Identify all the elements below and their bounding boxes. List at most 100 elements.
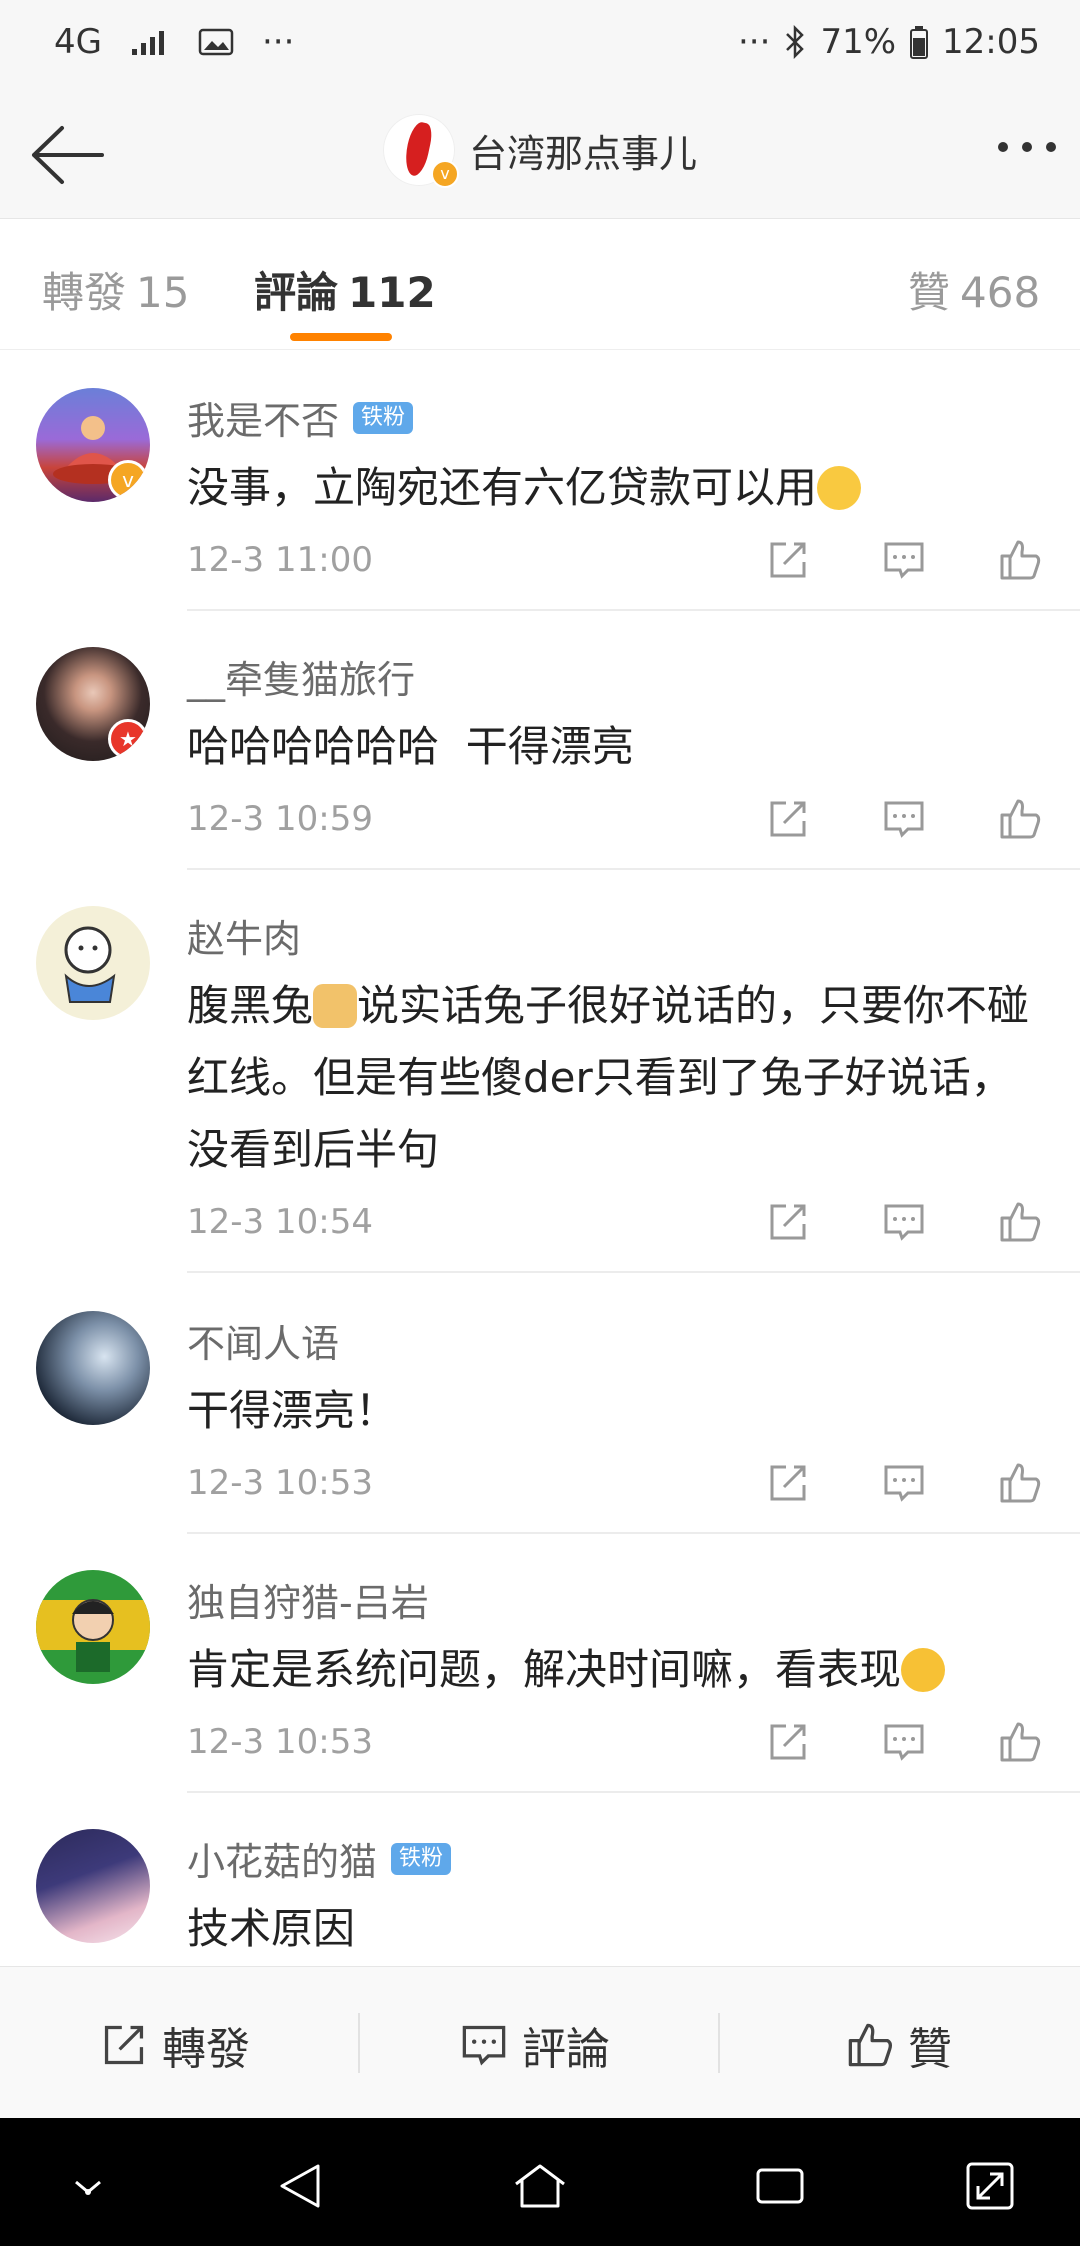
fan-badge: 铁粉 — [391, 1842, 452, 1875]
avatar[interactable] — [36, 1570, 150, 1684]
avatar[interactable] — [36, 906, 150, 1020]
comment-item: 小花菇的猫 铁粉 技术原因 — [0, 1793, 1080, 1966]
comment-text: 没事，立陶宛还有六亿贷款可以用 — [187, 452, 1047, 524]
like-icon[interactable] — [998, 1720, 1042, 1764]
comment-text-content: 没事，立陶宛还有六亿贷款可以用 — [187, 463, 818, 512]
comment-time: 12-3 10:59 — [187, 799, 373, 839]
comment-text: 哈哈哈哈哈哈 干得漂亮 — [187, 722, 634, 771]
like-icon[interactable] — [998, 1200, 1042, 1244]
like-icon[interactable] — [998, 1461, 1042, 1505]
tab-repost-label: 轉發 — [42, 268, 127, 317]
comment-item: 不闻人语 干得漂亮！ 12-3 10:53 — [0, 1275, 1080, 1534]
like-label: 贊 — [908, 2024, 952, 2075]
tab-like-label: 贊 — [908, 268, 951, 317]
more-icon-dot — [1046, 142, 1056, 152]
username-text: 不闻人语 — [187, 1322, 340, 1366]
comment-username[interactable]: 不闻人语 — [187, 1313, 339, 1368]
comment-icon[interactable] — [882, 797, 926, 841]
more-icon — [998, 142, 1008, 152]
comment-label: 評論 — [522, 2024, 610, 2075]
comment-icon[interactable] — [882, 1461, 926, 1505]
avatar[interactable] — [36, 1311, 150, 1425]
comment-item: ★ __牵隻猫旅行 哈哈哈哈哈哈 干得漂亮 12-3 10:59 — [0, 611, 1080, 870]
avatar[interactable]: v — [36, 388, 150, 502]
comment-item: v 我是不否 铁粉 没事，立陶宛还有六亿贷款可以用 12-3 11:00 — [0, 352, 1080, 611]
username-text: 我是不否 — [187, 399, 340, 443]
more-button[interactable] — [998, 142, 1056, 152]
share-icon[interactable] — [766, 797, 810, 841]
header-title-group[interactable]: v 台湾那点事儿 — [0, 114, 1080, 188]
comment-time: 12-3 10:53 — [187, 1463, 373, 1503]
member-badge: ★ — [108, 719, 148, 759]
avatar-art — [64, 926, 116, 1003]
tab-bar: 轉發 15 評論 112 贊 468 — [0, 219, 1080, 350]
comment-actions — [766, 1461, 1042, 1505]
laughing-emoji-icon — [901, 1648, 946, 1692]
image-icon — [198, 28, 234, 56]
like-icon[interactable] — [998, 797, 1042, 841]
battery-icon — [910, 26, 929, 59]
nav-expand-icon[interactable] — [962, 2158, 1018, 2214]
comment-icon[interactable] — [882, 538, 926, 582]
comment-time: 12-3 10:53 — [187, 1722, 373, 1762]
status-more-right: ··· — [738, 22, 771, 62]
separator — [358, 2013, 360, 2073]
username-text: __牵隻猫旅行 — [187, 658, 416, 702]
comment-actions — [766, 1200, 1042, 1244]
nav-back-icon[interactable] — [274, 2158, 330, 2214]
username-text: 赵牛肉 — [187, 917, 302, 961]
comment-icon[interactable] — [882, 1720, 926, 1764]
like-button[interactable]: 贊 — [846, 2013, 952, 2077]
share-icon[interactable] — [766, 1720, 810, 1764]
comment-username[interactable]: 我是不否 铁粉 — [187, 390, 414, 445]
nav-down-icon[interactable] — [60, 2158, 116, 2214]
status-more-left: ··· — [261, 22, 295, 62]
taiwan-shape-icon — [401, 120, 435, 178]
comment-button[interactable]: 評論 — [460, 2013, 610, 2077]
share-icon[interactable] — [766, 1200, 810, 1244]
avatar[interactable] — [36, 1829, 150, 1943]
share-icon[interactable] — [766, 1461, 810, 1505]
comment-username[interactable]: 小花菇的猫 铁粉 — [187, 1831, 452, 1886]
network-indicator: 4G — [54, 22, 102, 62]
page-title: 台湾那点事儿 — [468, 131, 697, 176]
tab-repost-count: 15 — [136, 268, 190, 317]
comment-username[interactable]: 独自狩猎-吕岩 — [187, 1572, 429, 1627]
username-text: 小花菇的猫 — [187, 1840, 378, 1884]
comment-time: 12-3 11:00 — [187, 540, 373, 580]
avatar-art — [36, 1599, 150, 1672]
comment-actions — [766, 1720, 1042, 1764]
system-nav-bar — [0, 2118, 1080, 2246]
nav-recent-icon[interactable] — [752, 2158, 808, 2214]
clock: 12:05 — [942, 22, 1040, 62]
username-text: 独自狩猎-吕岩 — [187, 1581, 429, 1625]
account-logo: v — [382, 114, 459, 188]
tab-like-count: 468 — [960, 268, 1041, 317]
doge-emoji-icon — [313, 984, 358, 1028]
tab-like[interactable]: 贊 468 — [908, 259, 1040, 320]
repost-button[interactable]: 轉發 — [100, 2013, 250, 2077]
repost-label: 轉發 — [162, 2024, 250, 2075]
comment-text: 肯定是系统问题，解决时间嘛，看表现 — [187, 1634, 1047, 1706]
comment-username[interactable]: 赵牛肉 — [187, 908, 301, 963]
comment-text-part: 腹黑兔 — [187, 981, 314, 1030]
signal-icon — [131, 31, 164, 55]
tab-repost[interactable]: 轉發 15 — [42, 259, 189, 320]
share-icon[interactable] — [766, 538, 810, 582]
status-bar: 4G ··· ··· 71% 12:05 — [0, 0, 1080, 92]
share-icon — [104, 2025, 144, 2065]
comment-username[interactable]: __牵隻猫旅行 — [187, 649, 415, 704]
avatar[interactable]: ★ — [36, 647, 150, 761]
nav-home-icon[interactable] — [512, 2158, 568, 2214]
comment-item: 独自狩猎-吕岩 肯定是系统问题，解决时间嘛，看表现 12-3 10:53 — [0, 1534, 1080, 1793]
like-icon[interactable] — [998, 538, 1042, 582]
comment-icon[interactable] — [882, 1200, 926, 1244]
verified-badge: v — [430, 160, 459, 188]
separator — [718, 2013, 720, 2073]
comment-icon — [462, 2025, 506, 2066]
comment-text: 腹黑兔 说实话兔子很好说话的，只要你不碰红线。但是有些傻der只看到了兔子好说话，… — [187, 970, 1047, 1186]
comment-item: 赵牛肉 腹黑兔 说实话兔子很好说话的，只要你不碰红线。但是有些傻der只看到了兔子… — [0, 870, 1080, 1273]
comment-time: 12-3 10:54 — [187, 1202, 373, 1242]
tab-comment-label: 評論 — [254, 268, 339, 317]
tab-comment[interactable]: 評論 112 — [254, 259, 436, 320]
